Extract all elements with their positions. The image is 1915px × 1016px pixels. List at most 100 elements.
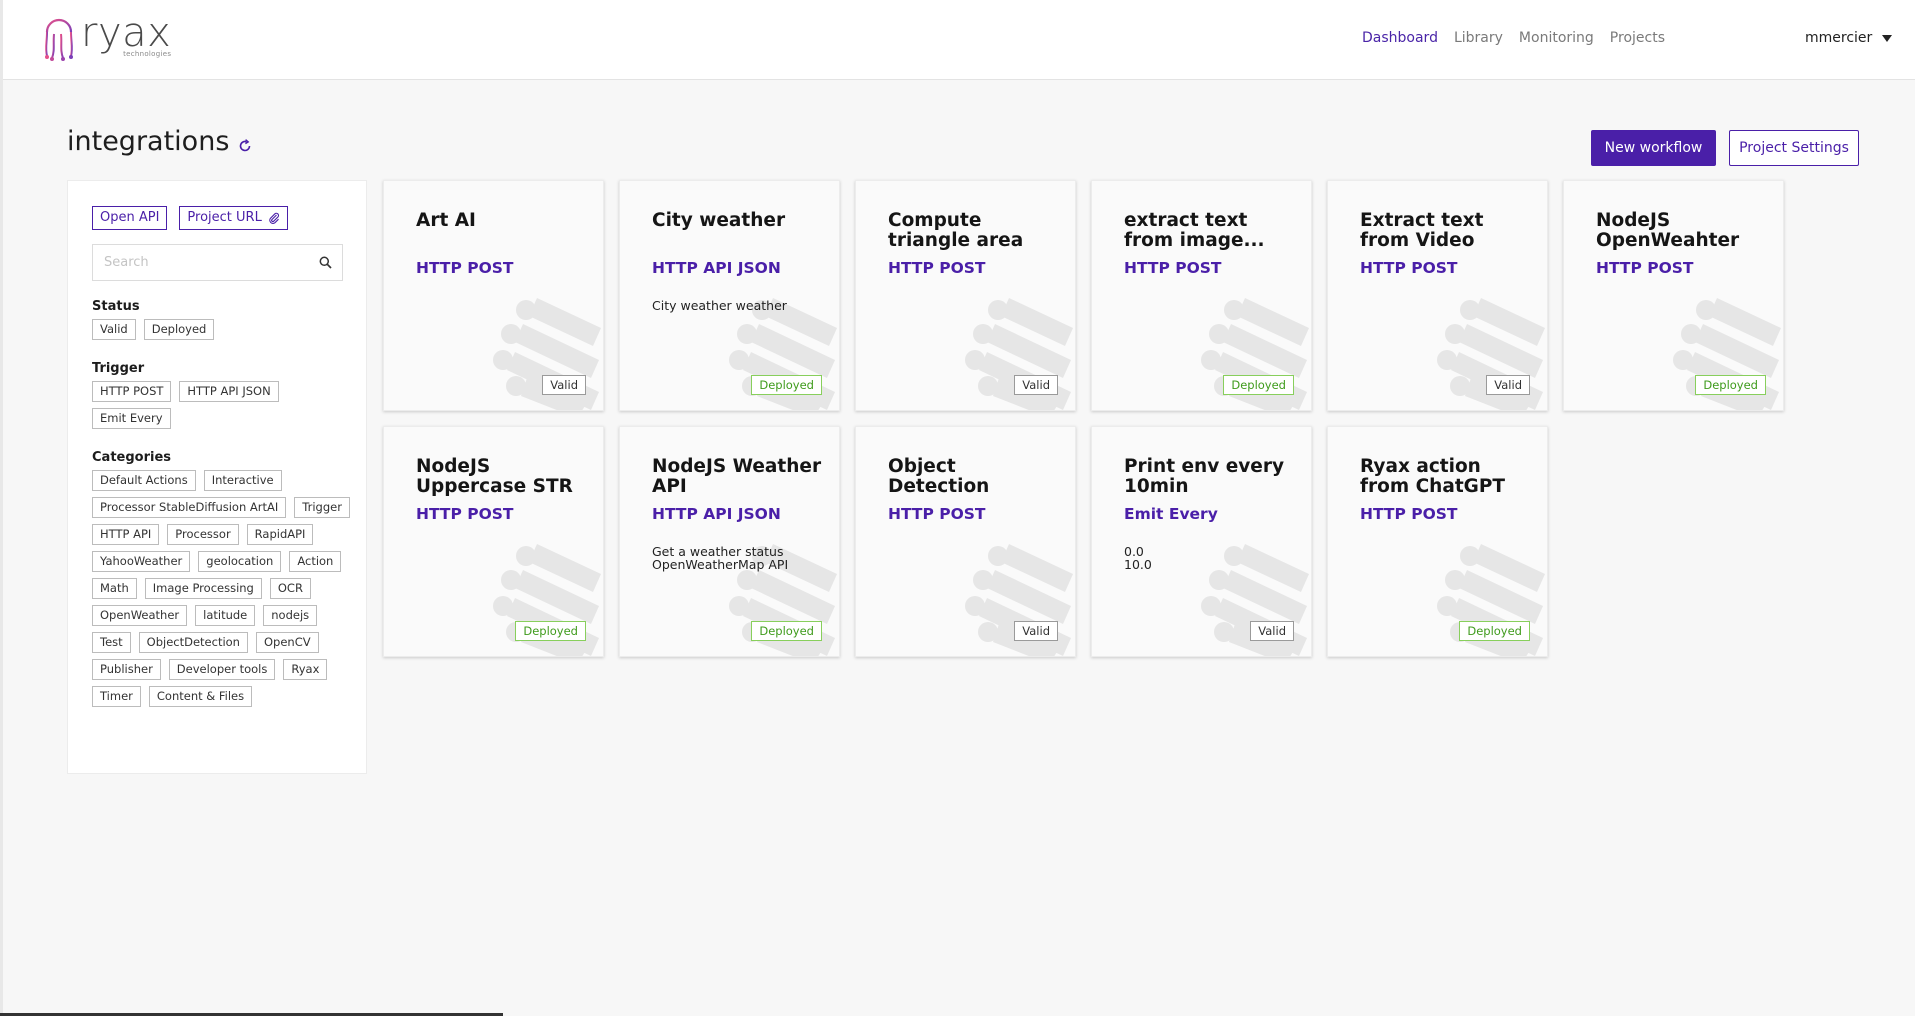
status-chip[interactable]: Deployed	[143, 319, 215, 340]
workflow-trigger: HTTP API JSON	[652, 505, 781, 523]
ryax-logo[interactable]: ryax technologies	[41, 10, 172, 62]
user-menu[interactable]: mmercier	[1805, 30, 1893, 46]
trigger-filter-title: Trigger	[92, 361, 145, 376]
page-title: integrations	[67, 126, 253, 157]
workflow-title: Ryax action from ChatGPT	[1360, 456, 1506, 497]
nav-library[interactable]: Library	[1454, 30, 1503, 46]
workflow-trigger: HTTP POST	[888, 505, 986, 523]
category-chip[interactable]: Publisher	[92, 659, 161, 680]
category-chip[interactable]: Interactive	[203, 470, 282, 491]
workflow-title: NodeJS Weather API	[652, 456, 822, 497]
logo-wordmark: ryax	[81, 10, 172, 56]
nav-dashboard[interactable]: Dashboard	[1362, 30, 1438, 46]
workflow-card[interactable]: City weather HTTP API JSON City weather we…	[619, 180, 840, 411]
category-chip[interactable]: nodejs	[263, 605, 318, 626]
workflow-trigger: HTTP API JSON	[652, 259, 781, 277]
category-chip[interactable]: Math	[92, 578, 137, 599]
status-filter-title: Status	[92, 299, 140, 314]
workflow-card[interactable]: Art AI HTTP POST Valid	[383, 180, 604, 411]
status-badge: Deployed	[1223, 375, 1294, 395]
left-edge	[0, 0, 3, 1016]
project-settings-button[interactable]: Project Settings	[1729, 130, 1859, 166]
status-chip[interactable]: Valid	[92, 319, 136, 340]
workflow-title: Object Detection	[888, 456, 990, 497]
workflow-title: Extract text from Video	[1360, 210, 1484, 251]
category-chip[interactable]: geolocation	[198, 551, 282, 572]
workflow-card[interactable]: extract text from image... HTTP POST Deplo…	[1091, 180, 1312, 411]
category-chip[interactable]: latitude	[195, 605, 256, 626]
category-chip[interactable]: Trigger	[294, 497, 350, 518]
trigger-filter: Trigger HTTP POST HTTP API JSON Emit Every	[92, 361, 352, 429]
workflow-title: extract text from image...	[1124, 210, 1265, 251]
main-nav: Dashboard Library Monitoring Projects	[1362, 30, 1665, 46]
nav-monitoring[interactable]: Monitoring	[1519, 30, 1594, 46]
workflow-title: City weather	[652, 210, 786, 231]
workflow-trigger: HTTP POST	[1360, 505, 1458, 523]
open-api-button[interactable]: Open API	[92, 206, 168, 230]
category-chip[interactable]: Processor	[167, 524, 239, 545]
project-name: integrations	[67, 126, 230, 157]
status-badge: Deployed	[751, 375, 822, 395]
category-chip[interactable]: Content & Files	[148, 686, 253, 707]
status-filter: Status Valid Deployed	[92, 299, 352, 340]
workflow-card[interactable]: Object Detection HTTP POST Valid	[855, 426, 1076, 657]
category-chip[interactable]: Default Actions	[92, 470, 196, 491]
new-workflow-button[interactable]: New workflow	[1591, 130, 1716, 166]
status-badge: Valid	[1014, 375, 1058, 395]
workflow-card[interactable]: Print env every 10min Emit Every 0.0 10.0 V…	[1091, 426, 1312, 657]
workflow-card[interactable]: NodeJS Uppercase STR HTTP POST Deployed	[383, 426, 604, 657]
category-chip[interactable]: Processor StableDiffusion ArtAI	[92, 497, 287, 518]
nav-projects[interactable]: Projects	[1610, 30, 1665, 46]
workflow-title: NodeJS OpenWeahter	[1596, 210, 1740, 251]
trigger-chip[interactable]: HTTP POST	[92, 381, 172, 402]
category-chip[interactable]: Developer tools	[168, 659, 276, 680]
workflow-card[interactable]: Extract text from Video HTTP POST Valid	[1327, 180, 1548, 411]
workflow-title: Art AI	[416, 210, 476, 231]
workflow-trigger: HTTP POST	[416, 259, 514, 277]
workflow-title: Compute triangle area	[888, 210, 1024, 251]
workflow-trigger: Emit Every	[1124, 505, 1218, 523]
refresh-icon[interactable]	[237, 138, 253, 154]
category-chip[interactable]: ObjectDetection	[138, 632, 248, 653]
workflow-card[interactable]: Compute triangle area HTTP POST Valid	[855, 180, 1076, 411]
category-chip[interactable]: Ryax	[283, 659, 328, 680]
workflow-card[interactable]: NodeJS Weather API HTTP API JSON Get a wea…	[619, 426, 840, 657]
trigger-chip[interactable]: Emit Every	[92, 408, 171, 429]
category-chip[interactable]: Timer	[92, 686, 141, 707]
status-badge: Valid	[1250, 621, 1294, 641]
categories-filter-title: Categories	[92, 450, 172, 465]
category-chip[interactable]: Action	[289, 551, 342, 572]
category-chips: Default Actions Interactive Processor Stab…	[92, 470, 352, 707]
workflow-description: City weather weather	[652, 298, 787, 313]
category-chip[interactable]: RapidAPI	[246, 524, 314, 545]
search-icon[interactable]	[308, 256, 342, 269]
status-badge: Valid	[542, 375, 586, 395]
workflow-trigger: HTTP POST	[1360, 259, 1458, 277]
workflow-card[interactable]: Ryax action from ChatGPT HTTP POST Deploye…	[1327, 426, 1548, 657]
octopus-logo-icon	[45, 18, 73, 61]
category-chip[interactable]: OpenCV	[255, 632, 319, 653]
trigger-chips: HTTP POST HTTP API JSON Emit Every	[92, 381, 352, 429]
status-badge: Deployed	[751, 621, 822, 641]
category-chip[interactable]: YahooWeather	[92, 551, 191, 572]
caret-down-icon	[1882, 34, 1893, 42]
category-chip[interactable]: HTTP API	[92, 524, 160, 545]
workflow-title: NodeJS Uppercase STR	[416, 456, 573, 497]
workflow-trigger: HTTP POST	[416, 505, 514, 523]
top-header: ryax technologies Dashboard Library Moni…	[3, 0, 1915, 80]
status-badge: Deployed	[1695, 375, 1766, 395]
category-chip[interactable]: Image Processing	[144, 578, 262, 599]
category-chip[interactable]: OpenWeather	[92, 605, 188, 626]
search-input[interactable]	[93, 245, 308, 280]
project-url-button[interactable]: Project URL	[179, 206, 288, 230]
category-chip[interactable]: Test	[92, 632, 131, 653]
filter-sidebar: Open API Project URL Status Valid Deploye…	[67, 180, 367, 774]
search-box	[92, 244, 343, 281]
workflow-trigger: HTTP POST	[1596, 259, 1694, 277]
workflow-card[interactable]: NodeJS OpenWeahter HTTP POST Deployed	[1563, 180, 1784, 411]
status-badge: Deployed	[1459, 621, 1530, 641]
category-chip[interactable]: OCR	[269, 578, 311, 599]
trigger-chip[interactable]: HTTP API JSON	[179, 381, 279, 402]
user-name: mmercier	[1805, 30, 1873, 46]
status-badge: Deployed	[515, 621, 586, 641]
